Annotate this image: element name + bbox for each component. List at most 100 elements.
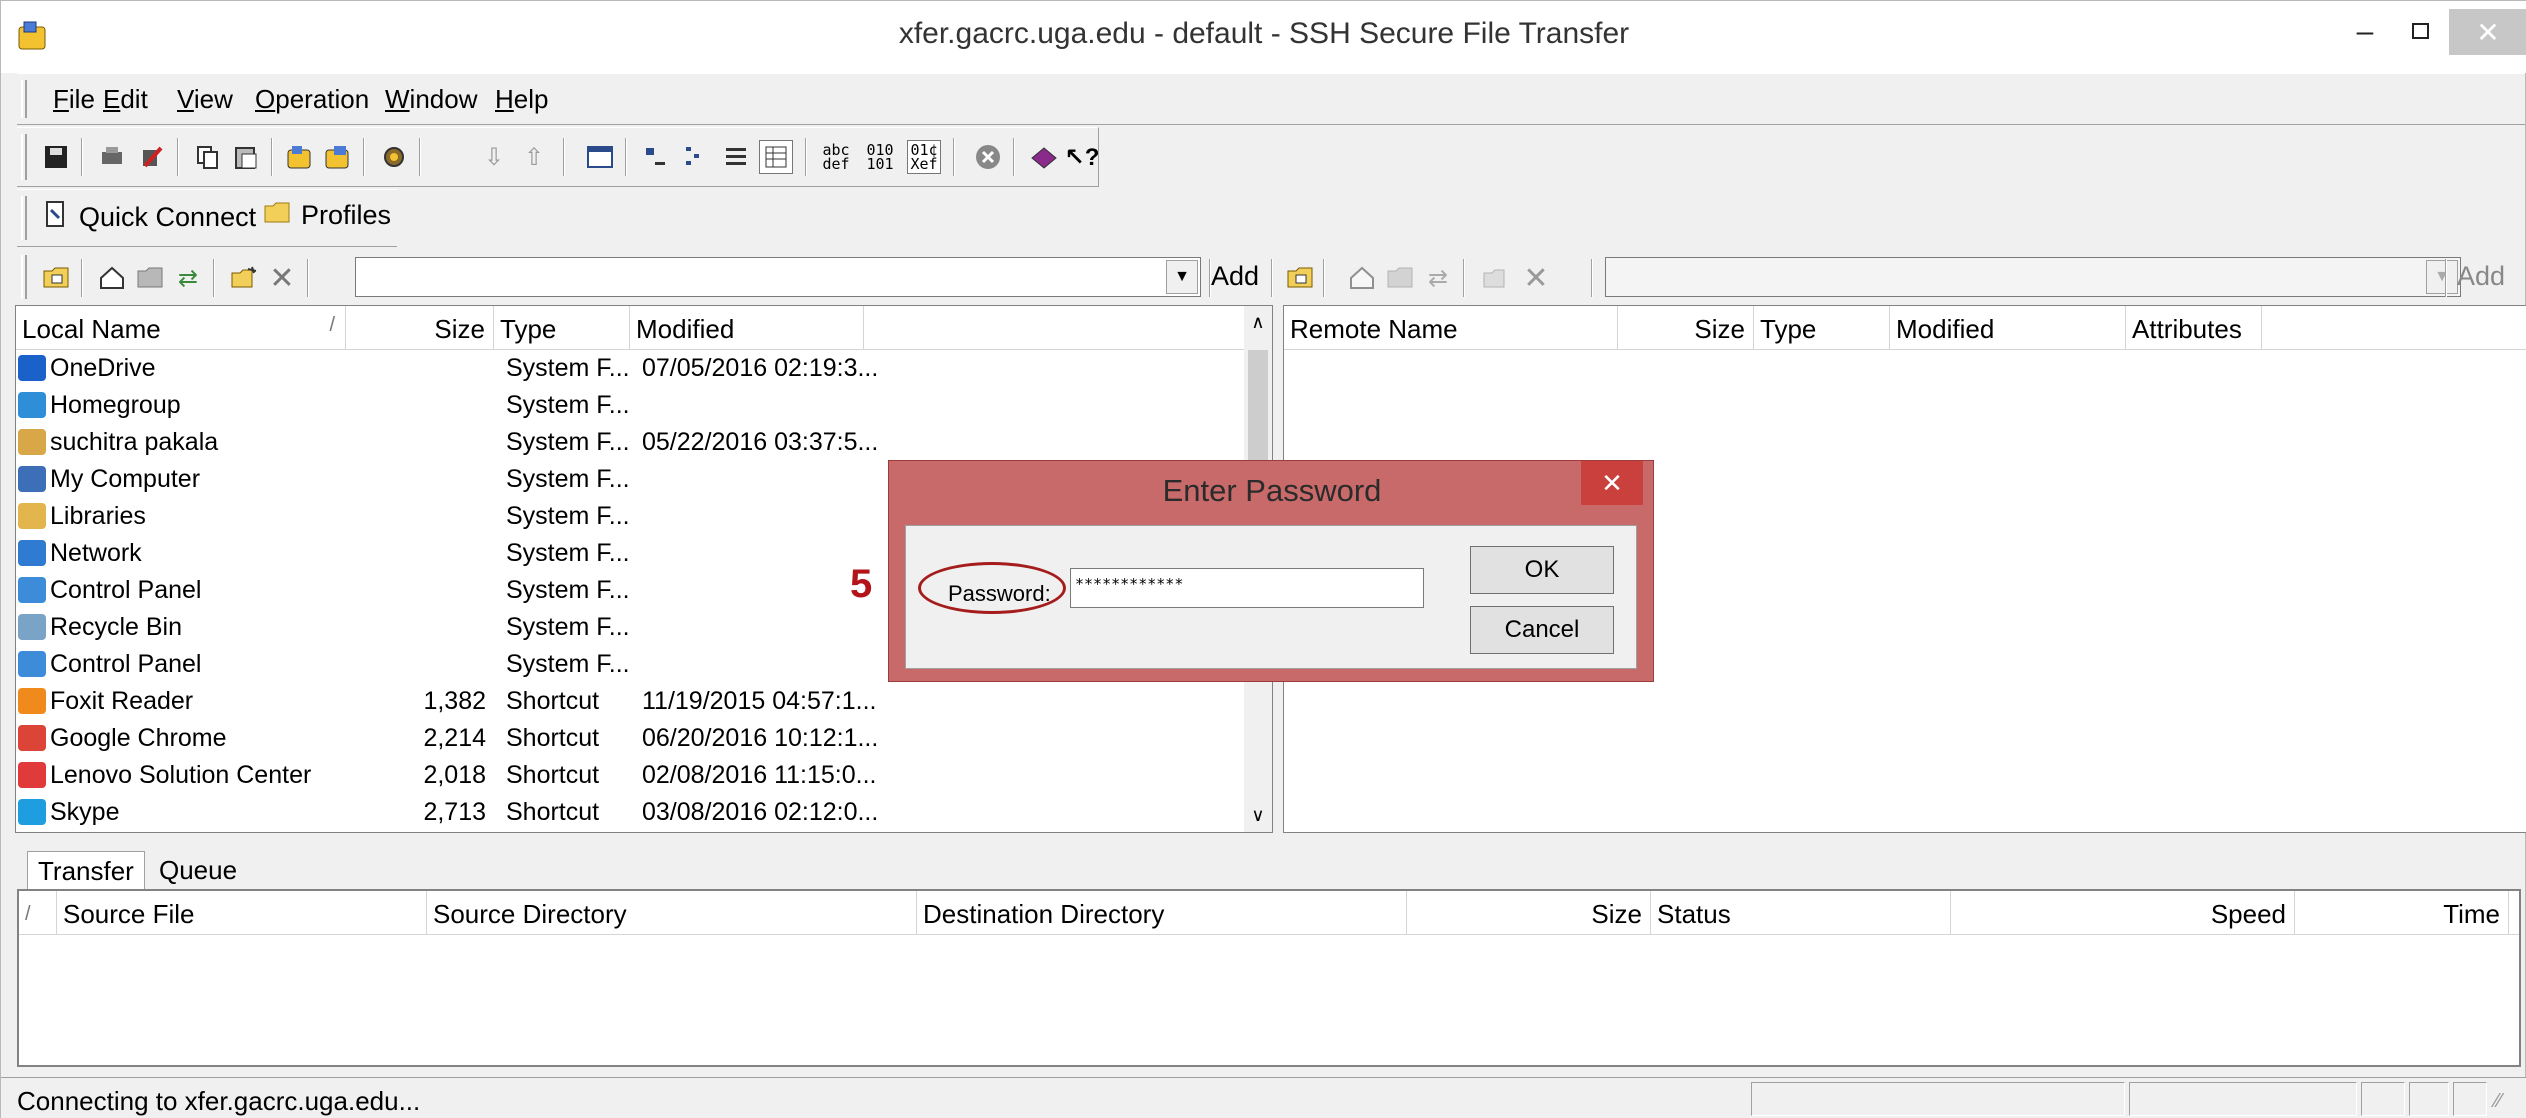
menu-operation[interactable]: Operation (255, 84, 369, 115)
password-label: Password: (948, 581, 1051, 606)
remote-add-button[interactable]: Add (2457, 261, 2505, 292)
table-row[interactable]: OneDrive System F... 07/05/2016 02:19:3... (16, 350, 1246, 387)
menu-window[interactable]: Window (385, 84, 477, 115)
details-view-icon[interactable] (759, 140, 793, 174)
maximize-button[interactable] (2393, 9, 2449, 55)
col-destination-directory[interactable]: Destination Directory (917, 891, 1407, 935)
show-log-icon[interactable] (583, 140, 617, 174)
local-home-icon[interactable] (95, 261, 129, 295)
auto-mode-icon[interactable]: 01¢ Xef (907, 140, 941, 174)
col-speed[interactable]: Speed (1951, 891, 2295, 935)
control-panel-icon (18, 577, 46, 603)
remote-home-icon[interactable] (1345, 261, 1379, 295)
status-pane-1 (1751, 1082, 2125, 1116)
large-icons-icon[interactable] (639, 140, 673, 174)
disconnect-icon[interactable] (135, 140, 169, 174)
remote-create-folder-icon[interactable] (1479, 261, 1513, 295)
col-source-file[interactable]: Source File (57, 891, 427, 935)
menu-view[interactable]: View (177, 84, 233, 115)
settings-icon[interactable] (377, 140, 411, 174)
close-button[interactable]: ✕ (2449, 9, 2526, 55)
remote-path-combo[interactable]: ▼ (1605, 257, 2461, 297)
remote-up-folder-icon[interactable] (1283, 261, 1317, 295)
remote-new-folder-icon[interactable] (1383, 261, 1417, 295)
table-row[interactable]: Foxit Reader 1,382 Shortcut 11/19/2015 04:5… (16, 683, 1246, 720)
col-remote-modified[interactable]: Modified (1890, 306, 2126, 350)
dialog-title: Enter Password (1162, 473, 1382, 508)
col-remote-type[interactable]: Type (1754, 306, 1890, 350)
status-bar: Connecting to xfer.gacrc.uga.edu... ⁄⁄ (1, 1077, 2526, 1118)
table-row[interactable]: Lenovo Solution Center 2,018 Shortcut 02/08… (16, 757, 1246, 794)
chevron-down-icon[interactable]: ▼ (2426, 260, 2458, 294)
menu-grip[interactable] (21, 80, 27, 118)
toolbar-grip[interactable] (21, 134, 27, 180)
new-file-transfer-icon[interactable] (321, 140, 355, 174)
menu-file[interactable]: File (53, 84, 95, 115)
help-topics-icon[interactable] (1027, 140, 1061, 174)
foxit-reader-icon (18, 688, 46, 714)
local-up-folder-icon[interactable] (39, 261, 73, 295)
local-create-folder-icon[interactable] (227, 261, 261, 295)
ascii-mode-icon[interactable]: abc def (819, 140, 853, 174)
binary-mode-icon[interactable]: 010 101 (863, 140, 897, 174)
col-time[interactable]: Time (2295, 891, 2509, 935)
cell-name: Control Panel (50, 576, 202, 604)
whats-this-help-icon[interactable]: ↖? (1065, 140, 1100, 174)
upload-arrow-icon[interactable]: ⇧ (517, 140, 551, 174)
col-size[interactable]: Size (346, 306, 494, 350)
col-remote-size[interactable]: Size (1618, 306, 1754, 350)
small-icons-icon[interactable] (679, 140, 713, 174)
col-type[interactable]: Type (494, 306, 630, 350)
minimize-button[interactable]: – (2337, 9, 2393, 55)
cell-name: Control Panel (50, 650, 202, 678)
cell-type: Shortcut (506, 798, 600, 826)
table-row[interactable]: Google Chrome 2,214 Shortcut 06/20/2016 10:… (16, 720, 1246, 757)
col-remote-name[interactable]: Remote Name (1284, 306, 1618, 350)
menu-help[interactable]: Help (495, 84, 548, 115)
local-path-combo[interactable]: ▼ (355, 257, 1201, 297)
save-icon[interactable] (39, 140, 73, 174)
col-transfer-size[interactable]: Size (1407, 891, 1651, 935)
list-view-icon[interactable] (719, 140, 753, 174)
quick-connect-button[interactable]: Quick Connect (43, 200, 256, 235)
path-bar-grip[interactable] (21, 255, 27, 299)
tab-transfer[interactable]: Transfer (27, 851, 145, 891)
table-row[interactable]: Skype 2,713 Shortcut 03/08/2016 02:12:0... (16, 794, 1246, 831)
tab-queue[interactable]: Queue (149, 851, 248, 890)
cancel-button[interactable]: Cancel (1470, 606, 1614, 654)
remote-refresh-icon[interactable]: ⇄ (1421, 261, 1455, 295)
col-remote-attributes[interactable]: Attributes (2126, 306, 2262, 350)
new-connection-icon[interactable] (283, 140, 317, 174)
stop-icon[interactable] (971, 140, 1005, 174)
local-new-folder-icon[interactable] (133, 261, 167, 295)
paste-icon[interactable] (229, 140, 263, 174)
remote-delete-icon[interactable]: ✕ (1519, 261, 1553, 295)
resize-grip-icon[interactable]: ⁄⁄ (2495, 1090, 2502, 1113)
chevron-down-icon[interactable]: ▼ (1166, 260, 1198, 294)
transfer-sort-indicator[interactable]: / (19, 891, 57, 935)
connect-toolbar-grip[interactable] (21, 196, 27, 240)
col-source-directory[interactable]: Source Directory (427, 891, 917, 935)
local-delete-icon[interactable]: ✕ (265, 261, 299, 295)
password-field[interactable]: ************ (1070, 568, 1424, 608)
dialog-close-button[interactable]: ✕ (1581, 461, 1643, 505)
menu-edit[interactable]: Edit (103, 84, 148, 115)
cell-name: Recycle Bin (50, 613, 182, 641)
col-local-name[interactable]: Local Name / (16, 306, 346, 350)
ok-button[interactable]: OK (1470, 546, 1614, 594)
profiles-button[interactable]: Profiles (263, 200, 391, 231)
local-refresh-icon[interactable]: ⇄ (171, 261, 205, 295)
scroll-down-icon[interactable]: ∨ (1244, 805, 1272, 826)
table-row[interactable]: Homegroup System F... (16, 387, 1246, 424)
cell-type: System F... (506, 465, 630, 493)
user-folder-icon (18, 429, 46, 455)
download-arrow-icon[interactable]: ⇩ (477, 140, 511, 174)
copy-icon[interactable] (191, 140, 225, 174)
print-icon[interactable] (95, 140, 129, 174)
status-pane-3 (2361, 1082, 2405, 1116)
col-status[interactable]: Status (1651, 891, 1951, 935)
scroll-up-icon[interactable]: ∧ (1244, 312, 1272, 333)
local-add-button[interactable]: Add (1211, 261, 1259, 292)
table-row[interactable]: suchitra pakala System F... 05/22/2016 03:… (16, 424, 1246, 461)
col-modified[interactable]: Modified (630, 306, 864, 350)
